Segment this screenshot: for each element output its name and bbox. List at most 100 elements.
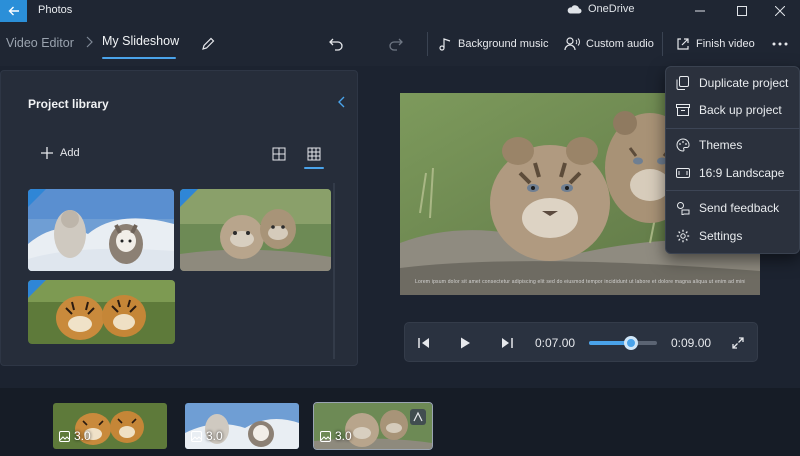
previous-frame-button[interactable] — [415, 334, 433, 352]
more-dots-icon — [772, 42, 788, 46]
menu-item-duplicate-project[interactable]: Duplicate project — [666, 70, 800, 96]
undo-icon — [329, 38, 343, 51]
editor-toolbar: Video Editor My Slideshow Background mus… — [0, 22, 800, 66]
play-button[interactable] — [456, 334, 474, 352]
large-grid-view-button[interactable] — [270, 145, 288, 163]
menu-divider — [666, 190, 800, 191]
duplicate-icon — [676, 76, 689, 90]
menu-item-send-feedback[interactable]: Send feedback — [666, 195, 800, 221]
current-time: 0:07.00 — [535, 336, 576, 350]
background-music-button[interactable]: Background music — [438, 34, 549, 54]
menu-item-label: Themes — [699, 138, 743, 152]
tigers-image — [28, 280, 175, 344]
custom-audio-label: Custom audio — [586, 38, 654, 50]
chevron-left-icon[interactable] — [335, 95, 349, 109]
add-media-button[interactable]: Add — [41, 147, 80, 159]
close-button[interactable] — [760, 0, 800, 22]
finish-video-label: Finish video — [696, 38, 755, 50]
total-time: 0:09.00 — [671, 336, 712, 350]
seek-slider[interactable] — [589, 336, 657, 350]
selection-corner-marker — [180, 189, 198, 207]
music-note-icon — [439, 38, 451, 51]
minimize-button[interactable] — [680, 0, 720, 22]
redo-button[interactable] — [386, 34, 406, 54]
menu-item-label: 16:9 Landscape — [699, 166, 785, 180]
rename-project-button[interactable] — [198, 34, 218, 54]
menu-item-themes[interactable]: Themes — [666, 132, 800, 158]
add-label: Add — [60, 147, 80, 159]
minimize-icon — [695, 10, 705, 12]
onedrive-status[interactable]: OneDrive — [566, 3, 634, 15]
clip-duration: 3.0 — [59, 429, 91, 443]
feedback-icon — [677, 202, 690, 215]
selection-corner-marker — [28, 280, 46, 298]
breadcrumb-video-editor[interactable]: Video Editor — [6, 36, 74, 50]
selection-corner-marker — [28, 189, 46, 207]
custom-audio-button[interactable]: Custom audio — [564, 34, 654, 54]
fullscreen-button[interactable] — [729, 334, 747, 352]
plus-icon — [41, 147, 53, 159]
small-grid-view-button[interactable] — [305, 145, 323, 163]
menu-item-label: Send feedback — [699, 201, 780, 215]
project-library-title: Project library — [28, 97, 109, 111]
menu-item-back-up-project[interactable]: Back up project — [666, 97, 800, 123]
grid-large-icon — [272, 147, 286, 161]
chevron-right-icon — [86, 36, 93, 48]
back-button[interactable] — [0, 0, 27, 22]
library-thumbnail-tigers[interactable] — [28, 280, 175, 344]
storyboard-clip-cubs[interactable]: 3.0 — [313, 402, 433, 450]
redo-icon — [389, 38, 403, 51]
pencil-icon — [202, 37, 215, 50]
clip-duration: 3.0 — [320, 429, 352, 443]
grid-small-icon — [307, 147, 321, 161]
library-thumbnail-wolves[interactable] — [28, 189, 174, 271]
skip-forward-icon — [502, 338, 513, 348]
clip-duration: 3.0 — [191, 429, 223, 443]
image-icon — [320, 430, 331, 442]
storyboard-clip-tigers[interactable]: 3.0 — [53, 403, 167, 449]
image-icon — [59, 430, 70, 442]
maximize-icon — [737, 6, 747, 16]
close-icon — [775, 6, 785, 16]
clip-duration-text: 3.0 — [335, 429, 352, 443]
skip-back-icon — [418, 338, 429, 348]
next-frame-button[interactable] — [498, 334, 516, 352]
library-thumbnail-cubs[interactable] — [180, 189, 331, 271]
library-scrollbar[interactable] — [333, 183, 335, 359]
preview-caption: Lorem ipsum dolor sit amet consectetur a… — [415, 279, 745, 285]
storyboard: 3.0 3.0 3.0 — [0, 388, 800, 456]
arrow-left-icon — [8, 6, 19, 16]
backup-icon — [676, 104, 690, 116]
seek-thumb[interactable] — [624, 336, 639, 350]
onedrive-label: OneDrive — [588, 3, 635, 15]
clip-duration-text: 3.0 — [206, 429, 223, 443]
more-options-menu: Duplicate project Back up project Themes… — [665, 66, 800, 254]
more-options-button[interactable] — [770, 34, 790, 54]
toolbar-divider — [427, 32, 428, 56]
project-library-panel: Project library Add — [0, 70, 358, 366]
project-title: My Slideshow — [102, 34, 180, 48]
menu-item-label: Settings — [699, 229, 743, 243]
settings-icon — [676, 229, 690, 243]
menu-item-settings[interactable]: Settings — [666, 223, 800, 249]
maximize-button[interactable] — [722, 0, 762, 22]
storyboard-clip-wolves[interactable]: 3.0 — [185, 403, 299, 449]
menu-item-label: Back up project — [699, 103, 782, 117]
cloud-icon — [567, 5, 582, 14]
playback-controls: 0:07.00 0:09.00 — [404, 322, 758, 362]
undo-button[interactable] — [326, 34, 346, 54]
finish-video-button[interactable]: Finish video — [676, 34, 755, 54]
project-title-underline — [102, 57, 176, 59]
image-icon — [191, 430, 202, 442]
aspect-ratio-icon — [676, 168, 690, 178]
toolbar-divider — [662, 32, 663, 56]
play-icon — [461, 337, 470, 349]
app-title: Photos — [38, 4, 73, 16]
title-bar: Photos OneDrive — [0, 0, 800, 22]
clip-duration-text: 3.0 — [74, 429, 91, 443]
themes-icon — [676, 138, 690, 152]
export-icon — [677, 38, 689, 50]
menu-item-aspect-ratio[interactable]: 16:9 Landscape — [666, 160, 800, 186]
active-view-indicator — [304, 167, 324, 169]
audio-person-icon — [564, 37, 580, 51]
